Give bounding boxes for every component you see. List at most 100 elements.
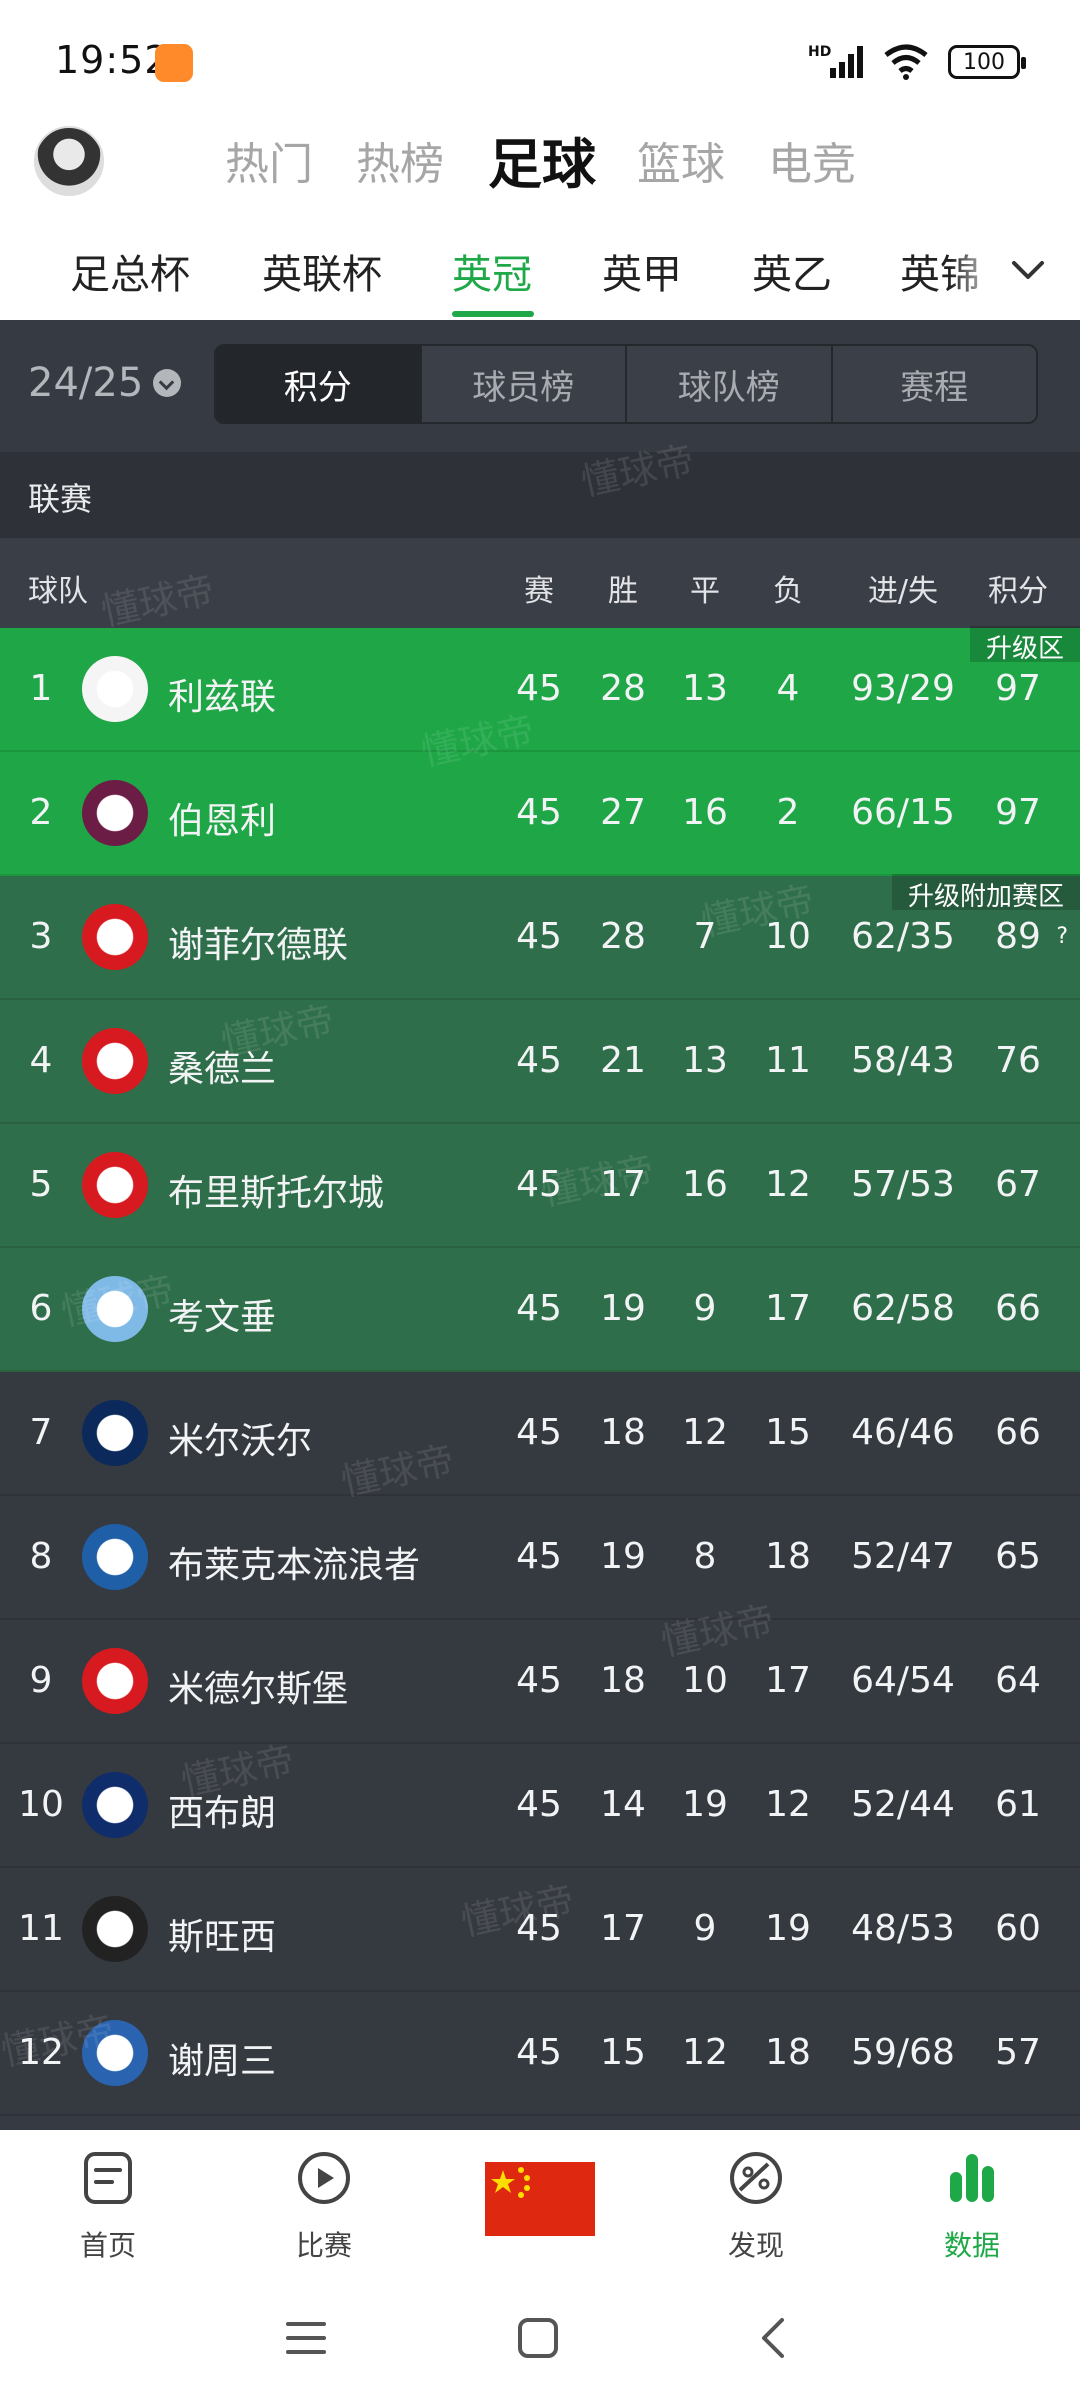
signal-icon: HD [808,44,863,78]
header-team: 球队 [28,574,88,609]
status-bar: 19:52 HD 100 [0,0,1080,125]
cell-goals: 62/58 [851,1288,955,1329]
table-row[interactable]: 7 米尔沃尔 45 18 12 15 46/46 66 [0,1372,1080,1496]
cell-drawn: 9 [693,1908,717,1949]
zone-label: 升级附加赛区 [891,874,1080,912]
table-row[interactable]: 10 西布朗 45 14 19 12 52/44 61 [0,1744,1080,1868]
cell-points: 57 [995,2032,1041,2073]
table-row[interactable]: 1 利兹联 45 28 13 4 93/29 97 升级区 [0,626,1080,752]
cell-won: 17 [600,1908,646,1949]
wifi-icon [884,44,928,80]
cell-drawn: 13 [682,1040,728,1081]
cell-points: 61 [995,1784,1041,1825]
cell-lost: 17 [765,1660,811,1701]
table-row[interactable]: 12 谢周三 45 15 12 18 59/68 57 [0,1992,1080,2116]
cell-drawn: 10 [682,1660,728,1701]
cell-won: 19 [600,1536,646,1577]
team-crest-icon [82,1524,148,1590]
nav-matches[interactable]: 比赛 [254,2150,394,2264]
status-icons: HD 100 [808,40,1026,84]
team-rank: 10 [18,1784,64,1825]
tab-basketball[interactable]: 篮球 [637,128,725,192]
tab-football[interactable]: 足球 [488,120,596,199]
play-icon [298,2152,350,2204]
cell-lost: 12 [765,1784,811,1825]
team-rank: 8 [29,1536,53,1577]
tab-league-two[interactable]: 英乙 [752,242,832,300]
cell-goals: 64/54 [851,1660,955,1701]
cell-points: 76 [995,1040,1041,1081]
team-name: 利兹联 [168,677,277,718]
nav-home[interactable]: 首页 [38,2150,178,2264]
cell-won: 15 [600,2032,646,2073]
cell-won: 14 [600,1784,646,1825]
tab-esports[interactable]: 电竞 [768,128,856,192]
cell-played: 45 [516,792,562,833]
cell-played: 45 [516,1784,562,1825]
table-row[interactable]: 4 桑德兰 45 21 13 11 58/43 76 [0,1000,1080,1124]
nav-data[interactable]: 数据 [902,2150,1042,2264]
network-type-label: HD [808,44,831,60]
cell-drawn: 9 [693,1288,717,1329]
tab-hot[interactable]: 热门 [225,128,313,192]
cell-points: 64 [995,1660,1041,1701]
home-square-icon[interactable] [516,2316,560,2360]
cell-played: 45 [516,1536,562,1577]
segment-standings[interactable]: 积分 [216,346,420,422]
table-row[interactable]: 3 谢菲尔德联 45 28 7 10 62/35 89 升级附加赛区? [0,874,1080,1000]
segment-team-rank[interactable]: 球队榜 [625,346,831,422]
cell-points: 60 [995,1908,1041,1949]
header-lost: 负 [773,574,803,609]
main-tabs: 热门 热榜 足球 篮球 电竞 [0,118,1080,208]
bar-chart-icon [950,2154,994,2202]
chevron-down-icon[interactable] [1006,248,1050,292]
tab-fa-cup[interactable]: 足总杯 [70,242,190,300]
tab-trending[interactable]: 热榜 [356,128,444,192]
cell-lost: 11 [765,1040,811,1081]
back-icon[interactable] [752,2314,796,2362]
header-won: 胜 [608,574,638,609]
cell-lost: 12 [765,1164,811,1205]
team-name: 斯旺西 [168,1917,277,1958]
cell-drawn: 8 [693,1536,717,1577]
cell-won: 19 [600,1288,646,1329]
header-goals: 进/失 [867,574,939,609]
tab-league-one[interactable]: 英甲 [602,242,682,300]
team-name: 米德尔斯堡 [168,1669,349,1710]
table-row[interactable]: 9 米德尔斯堡 45 18 10 17 64/54 64 [0,1620,1080,1744]
tab-championship[interactable]: 英冠 [452,242,532,300]
cell-goals: 52/47 [851,1536,955,1577]
cell-played: 45 [516,916,562,957]
season-selector[interactable]: 24/25 [28,360,182,406]
team-crest-icon [82,1152,148,1218]
cell-drawn: 12 [682,1412,728,1453]
team-rank: 1 [29,668,53,709]
segment-schedule[interactable]: 赛程 [830,346,1037,422]
table-row[interactable]: 2 伯恩利 45 27 16 2 66/15 97 [0,752,1080,876]
table-row[interactable]: 8 布莱克本流浪者 45 19 8 18 52/47 65 [0,1496,1080,1620]
nav-discover[interactable]: 发现 [686,2150,826,2264]
china-flag-icon[interactable] [485,2162,595,2236]
team-name: 米尔沃尔 [168,1421,313,1462]
cell-goals: 62/35 [851,916,955,957]
menu-icon[interactable] [284,2316,328,2360]
cell-drawn: 16 [682,1164,728,1205]
team-crest-icon [82,904,148,970]
team-crest-icon [82,656,148,722]
nav-home-label: 首页 [79,2229,136,2262]
cell-won: 21 [600,1040,646,1081]
tab-efl-cup[interactable]: 英联杯 [262,242,382,300]
view-segmented-control: 积分 球员榜 球队榜 赛程 [214,344,1038,424]
help-icon[interactable]: ? [1056,924,1068,949]
team-name: 伯恩利 [168,801,277,842]
team-crest-icon [82,1772,148,1838]
nav-data-label: 数据 [943,2229,1000,2262]
team-name: 布里斯托尔城 [168,1173,385,1214]
cell-goals: 57/53 [851,1164,955,1205]
segment-player-rank[interactable]: 球员榜 [419,346,626,422]
app-notification-icon [155,44,193,82]
cell-lost: 18 [765,2032,811,2073]
compass-icon [730,2152,782,2204]
cell-played: 45 [516,2032,562,2073]
team-rank: 5 [29,1164,53,1205]
